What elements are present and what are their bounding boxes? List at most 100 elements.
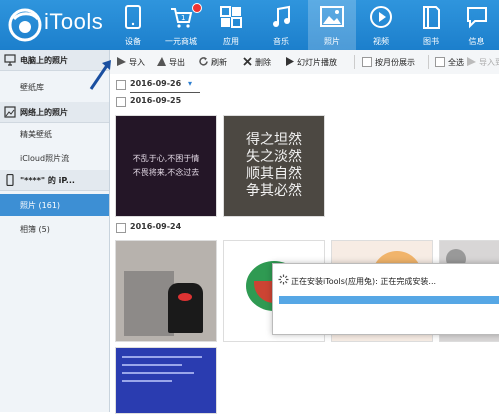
checkbox-label: 全选 bbox=[448, 58, 464, 67]
nav-label: 设备 bbox=[125, 37, 141, 46]
sidebar-item-label: 精美壁纸 bbox=[20, 130, 52, 139]
svg-text:1: 1 bbox=[181, 14, 185, 22]
nav-books[interactable]: 图书 bbox=[408, 0, 454, 50]
export-button[interactable]: 导出 bbox=[156, 55, 190, 69]
group-date: 2016-09-24 bbox=[130, 222, 182, 231]
progress-fill bbox=[279, 296, 499, 304]
image-icon bbox=[4, 106, 16, 118]
shopping-cart-icon: 1 bbox=[171, 8, 193, 28]
photo-grid: 2016-09-26 ▾ 2016-09-25 不乱于心,不困于情 不畏将来,不… bbox=[110, 74, 499, 414]
sidebar-item-label: iCloud照片流 bbox=[20, 154, 70, 163]
import-icon bbox=[467, 57, 476, 66]
sidebar-item-beautiful-wallpapers[interactable]: 精美壁纸 bbox=[0, 123, 109, 145]
sidebar-item-icloud-stream[interactable]: iCloud照片流 bbox=[0, 147, 109, 169]
group-date: 2016-09-25 bbox=[130, 96, 182, 105]
photo-content bbox=[122, 380, 172, 382]
button-label: 幻灯片播放 bbox=[297, 58, 337, 67]
toolbar: 导入 导出 刷新 删除 幻灯片播放 按月份展示 全选 导入到... bbox=[110, 50, 499, 75]
itools-logo-icon bbox=[8, 8, 42, 42]
group-checkbox[interactable] bbox=[116, 97, 126, 107]
sidebar-item-albums[interactable]: 相簿 (5) bbox=[0, 218, 109, 240]
slideshow-button[interactable]: 幻灯片播放 bbox=[284, 55, 344, 69]
music-note-icon bbox=[273, 5, 290, 27]
app-name: iTools bbox=[44, 9, 104, 34]
refresh-icon bbox=[199, 57, 208, 66]
nav-label: 图书 bbox=[423, 37, 439, 46]
delete-button[interactable]: 删除 bbox=[242, 55, 276, 69]
import-button[interactable]: 导入 bbox=[116, 55, 150, 69]
underline bbox=[130, 92, 200, 93]
nav-messages[interactable]: 信息 bbox=[454, 0, 499, 50]
message-icon bbox=[467, 7, 487, 29]
by-month-toggle[interactable]: 按月份展示 bbox=[362, 55, 424, 69]
section-label: 网络上的照片 bbox=[20, 108, 68, 117]
install-progress-dialog: 正在安装iTools(应用兔): 正在完成安装... bbox=[272, 263, 499, 335]
select-all-toggle[interactable]: 全选 bbox=[435, 55, 465, 69]
photo-thumbnail[interactable] bbox=[115, 240, 217, 342]
nav-label: 一元商城 bbox=[165, 37, 197, 46]
nav-label: 应用 bbox=[223, 37, 239, 46]
section-device: "****" 的 iP... bbox=[0, 170, 109, 191]
book-icon bbox=[423, 6, 440, 29]
top-header: iTools 设备 1 一元商城 应用 音乐 照片 视频 图书 信息 bbox=[0, 0, 499, 50]
photo-content bbox=[168, 283, 203, 333]
button-label: 刷新 bbox=[211, 58, 227, 67]
nav-label: 照片 bbox=[324, 37, 340, 46]
progress-message: 正在安装iTools(应用兔): 正在完成安装... bbox=[291, 277, 437, 286]
phone-icon bbox=[6, 174, 14, 186]
photo-caption: 不乱于心,不困于情 不畏将来,不念过去 bbox=[132, 154, 200, 177]
section-label: 电脑上的照片 bbox=[20, 56, 68, 65]
nav-apps[interactable]: 应用 bbox=[208, 0, 254, 50]
nav-label: 音乐 bbox=[273, 37, 289, 46]
toolbar-divider bbox=[428, 55, 429, 69]
nav-video[interactable]: 视频 bbox=[358, 0, 404, 50]
photo-caption: 得之坦然 失之淡然 顺其自然 争其必然 bbox=[246, 132, 302, 199]
checkbox[interactable] bbox=[362, 57, 372, 67]
play-icon bbox=[286, 57, 294, 66]
group-checkbox[interactable] bbox=[116, 223, 126, 233]
checkbox-label: 按月份展示 bbox=[375, 58, 415, 67]
notification-badge bbox=[192, 3, 202, 13]
toolbar-divider bbox=[354, 55, 355, 69]
button-label: 导入到... bbox=[479, 58, 499, 67]
sidebar-item-label: 照片 (161) bbox=[20, 201, 61, 210]
nav-label: 视频 bbox=[373, 37, 389, 46]
section-web-photos: 网络上的照片 bbox=[0, 102, 109, 123]
close-icon bbox=[243, 57, 252, 66]
play-icon bbox=[370, 6, 392, 28]
sidebar-item-label: 相簿 (5) bbox=[20, 225, 50, 234]
monitor-icon bbox=[4, 54, 16, 66]
sidebar: 电脑上的照片 壁纸库 网络上的照片 精美壁纸 iCloud照片流 "****" … bbox=[0, 50, 110, 412]
photo-content bbox=[178, 293, 192, 301]
nav-music[interactable]: 音乐 bbox=[258, 0, 304, 50]
photo-thumbnail[interactable]: 不乱于心,不困于情 不畏将来,不念过去 bbox=[115, 115, 217, 217]
apps-grid-icon bbox=[220, 6, 242, 28]
nav-photos[interactable]: 照片 bbox=[308, 0, 356, 50]
button-label: 删除 bbox=[255, 58, 271, 67]
photo-thumbnail[interactable]: 得之坦然 失之淡然 顺其自然 争其必然 bbox=[223, 115, 325, 217]
group-checkbox[interactable] bbox=[116, 80, 126, 90]
nav-device[interactable]: 设备 bbox=[110, 0, 156, 50]
chevron-down-icon: ▾ bbox=[187, 79, 192, 88]
arrow-annotation-icon bbox=[89, 60, 111, 90]
nav-label: 信息 bbox=[468, 37, 485, 46]
photo-content bbox=[124, 271, 174, 336]
button-label: 导入 bbox=[129, 58, 145, 67]
refresh-button[interactable]: 刷新 bbox=[198, 55, 232, 69]
photo-icon bbox=[320, 6, 344, 27]
spinner-icon bbox=[278, 274, 289, 285]
photo-content bbox=[122, 372, 194, 374]
export-icon bbox=[157, 57, 166, 66]
photo-content bbox=[122, 356, 202, 358]
photo-thumbnail[interactable] bbox=[115, 347, 217, 414]
date-filter-value: 2016-09-26 bbox=[130, 79, 182, 88]
tablet-icon bbox=[125, 5, 141, 29]
import-to-album-button[interactable]: 导入到... bbox=[466, 55, 499, 69]
nav-mall[interactable]: 1 一元商城 bbox=[158, 0, 204, 50]
sidebar-item-label: 壁纸库 bbox=[20, 83, 44, 92]
button-label: 导出 bbox=[169, 58, 185, 67]
date-filter-dropdown[interactable]: 2016-09-26 ▾ bbox=[130, 79, 192, 88]
checkbox[interactable] bbox=[435, 57, 445, 67]
import-icon bbox=[117, 57, 126, 66]
sidebar-item-photos[interactable]: 照片 (161) bbox=[0, 194, 109, 216]
